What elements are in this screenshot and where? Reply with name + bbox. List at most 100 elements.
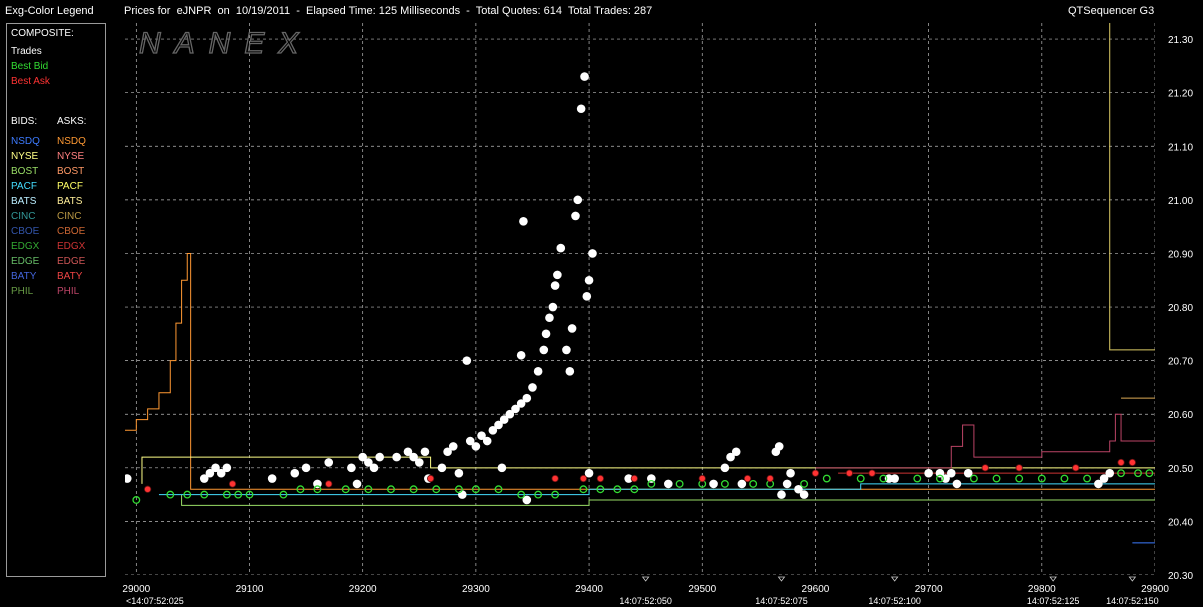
y-tick-label: 21.30 <box>1168 35 1193 46</box>
time-label: 14:07:52:050 <box>619 596 672 606</box>
trade-point <box>799 490 809 499</box>
best-ask-point <box>551 474 559 483</box>
legend-ask-cboe: CBOE <box>57 226 86 237</box>
trade-point <box>663 479 673 489</box>
legend-best-bid: Best Bid <box>11 61 49 72</box>
trade-point <box>1105 468 1115 478</box>
trade-point <box>222 463 232 473</box>
x-tick-label: 29800 <box>1028 584 1056 595</box>
time-marker <box>777 576 786 582</box>
legend-ask-nsdq: NSDQ <box>57 136 86 147</box>
trade-point <box>582 292 592 301</box>
best-ask-point <box>845 469 853 477</box>
legend-best-ask: Best Ask <box>11 76 50 87</box>
y-tick-label: 21.10 <box>1168 142 1193 153</box>
x-tick-label: 29100 <box>236 584 264 595</box>
trade-point <box>539 345 549 355</box>
trade-point <box>420 447 430 457</box>
y-tick-label: 21.00 <box>1168 196 1193 207</box>
trade-point <box>369 463 379 473</box>
trade-point <box>556 243 566 253</box>
app-name: QTSequencer G3 <box>1068 5 1155 17</box>
y-tick-label: 20.40 <box>1168 517 1193 528</box>
chart-title: Prices for eJNPR on 10/19/2011 - Elapsed… <box>124 5 653 17</box>
time-marker <box>641 576 650 582</box>
time-label: 14:07:52:100 <box>868 596 921 606</box>
time-marker <box>1049 576 1057 582</box>
x-tick-label: 29600 <box>802 584 830 595</box>
y-tick-label: 21.20 <box>1168 89 1193 100</box>
trade-point <box>571 211 580 221</box>
legend-bid-cinc: CINC <box>11 211 36 222</box>
y-tick-label: 20.50 <box>1168 464 1193 475</box>
legend-ask-cinc: CINC <box>57 211 82 222</box>
legend-bid-nyse: NYSE <box>11 151 39 162</box>
best-ask-point <box>868 469 876 477</box>
exchange-color-legend: COMPOSITE: Trades Best Bid Best Ask BIDS… <box>6 23 106 577</box>
best-ask-point <box>1015 464 1023 472</box>
bids-heading: BIDS: <box>11 116 38 127</box>
x-tick-label: 29700 <box>915 584 943 595</box>
best-ask-point <box>144 485 152 493</box>
best-ask-point <box>579 474 588 483</box>
legend-ask-bost: BOST <box>57 166 85 177</box>
y-tick-label: 20.60 <box>1168 410 1193 421</box>
trade-point <box>519 216 528 226</box>
best-ask-point <box>1128 458 1136 467</box>
title-bar: Exg-Color Legend Prices for eJNPR on 10/… <box>0 0 1203 22</box>
trade-point <box>709 479 718 489</box>
best-ask-point <box>1072 464 1080 472</box>
trade-point <box>352 479 362 489</box>
trade-point <box>782 479 792 489</box>
nanex-watermark: NANEX <box>139 27 312 60</box>
trade-point <box>437 463 447 473</box>
trade-point <box>454 468 464 478</box>
best-ask-point <box>1117 458 1125 467</box>
time-label: 14:07:52:125 <box>1027 596 1080 606</box>
trade-point <box>952 479 962 489</box>
y-tick-label: 20.30 <box>1168 571 1193 582</box>
price-chart-svg: NANEX <box>122 23 1156 576</box>
x-tick-label: 29500 <box>688 584 716 595</box>
trade-point <box>482 436 492 446</box>
x-tick-label: 29200 <box>349 584 377 595</box>
time-label: <14:07:52:025 <box>126 596 184 606</box>
trade-point <box>533 367 543 376</box>
best-ask-point <box>596 474 604 483</box>
y-tick-label: 20.90 <box>1168 249 1193 260</box>
trade-point <box>580 72 589 81</box>
price-chart: NANEX <box>122 23 1156 576</box>
legend-bid-baty: BATY <box>11 271 37 282</box>
best-ask-point <box>228 480 237 488</box>
trade-point <box>548 302 558 312</box>
trade-point <box>522 393 532 403</box>
trade-point <box>497 463 507 473</box>
trade-point <box>347 463 356 473</box>
trade-point <box>567 324 577 333</box>
time-label: 14:07:52:075 <box>755 596 808 606</box>
asks-heading: ASKS: <box>57 116 87 127</box>
trade-point <box>777 490 786 499</box>
composite-heading: COMPOSITE: <box>11 28 74 39</box>
best-ask-point <box>325 480 333 488</box>
trade-point <box>448 442 458 451</box>
legend-ask-edgx: EDGX <box>57 241 86 252</box>
trade-point <box>528 383 537 392</box>
legend-title: Exg-Color Legend <box>5 5 94 17</box>
trade-point <box>946 468 956 478</box>
best-ask-point <box>811 469 820 477</box>
trade-point <box>462 356 472 365</box>
trade-point <box>375 452 384 462</box>
trade-point <box>550 281 560 290</box>
trade-point <box>541 329 551 339</box>
time-label: 14:07:52:150 <box>1106 596 1159 606</box>
trade-point <box>324 458 334 467</box>
legend-bid-pacf: PACF <box>11 181 37 192</box>
best-ask-point <box>743 474 752 483</box>
best-ask-point <box>981 464 989 472</box>
trade-point <box>573 195 583 205</box>
legend-ask-baty: BATY <box>57 271 83 282</box>
plot-background <box>125 23 1155 575</box>
best-ask-point <box>698 474 706 483</box>
legend-bid-bats: BATS <box>11 196 37 207</box>
